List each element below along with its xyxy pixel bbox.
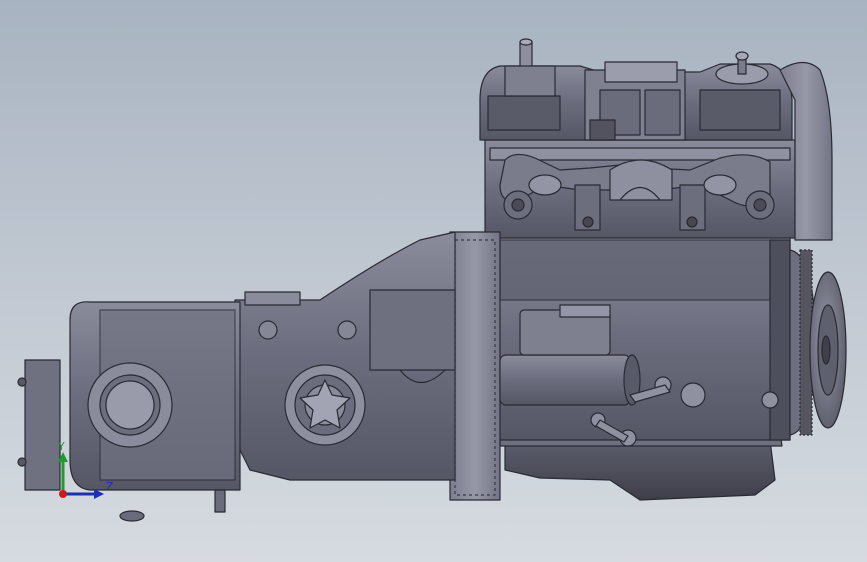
carburetor — [584, 61, 686, 141]
oil-sump — [504, 439, 776, 501]
engine-gearbox-model[interactable] — [0, 0, 867, 562]
breather-pipe — [504, 38, 556, 97]
y-axis-label: Y — [57, 440, 65, 453]
z-axis — [63, 489, 104, 499]
y-axis — [58, 452, 68, 494]
x-axis-origin — [59, 490, 67, 498]
coordinate-triad: Y Z — [57, 440, 114, 499]
graphics-viewport[interactable]: Y Z — [0, 0, 867, 562]
oil-filler-cap — [715, 51, 769, 85]
bellhousing — [449, 231, 501, 501]
crank-pulley — [809, 271, 847, 429]
output-flange — [284, 364, 366, 446]
z-axis-label: Z — [106, 480, 114, 493]
